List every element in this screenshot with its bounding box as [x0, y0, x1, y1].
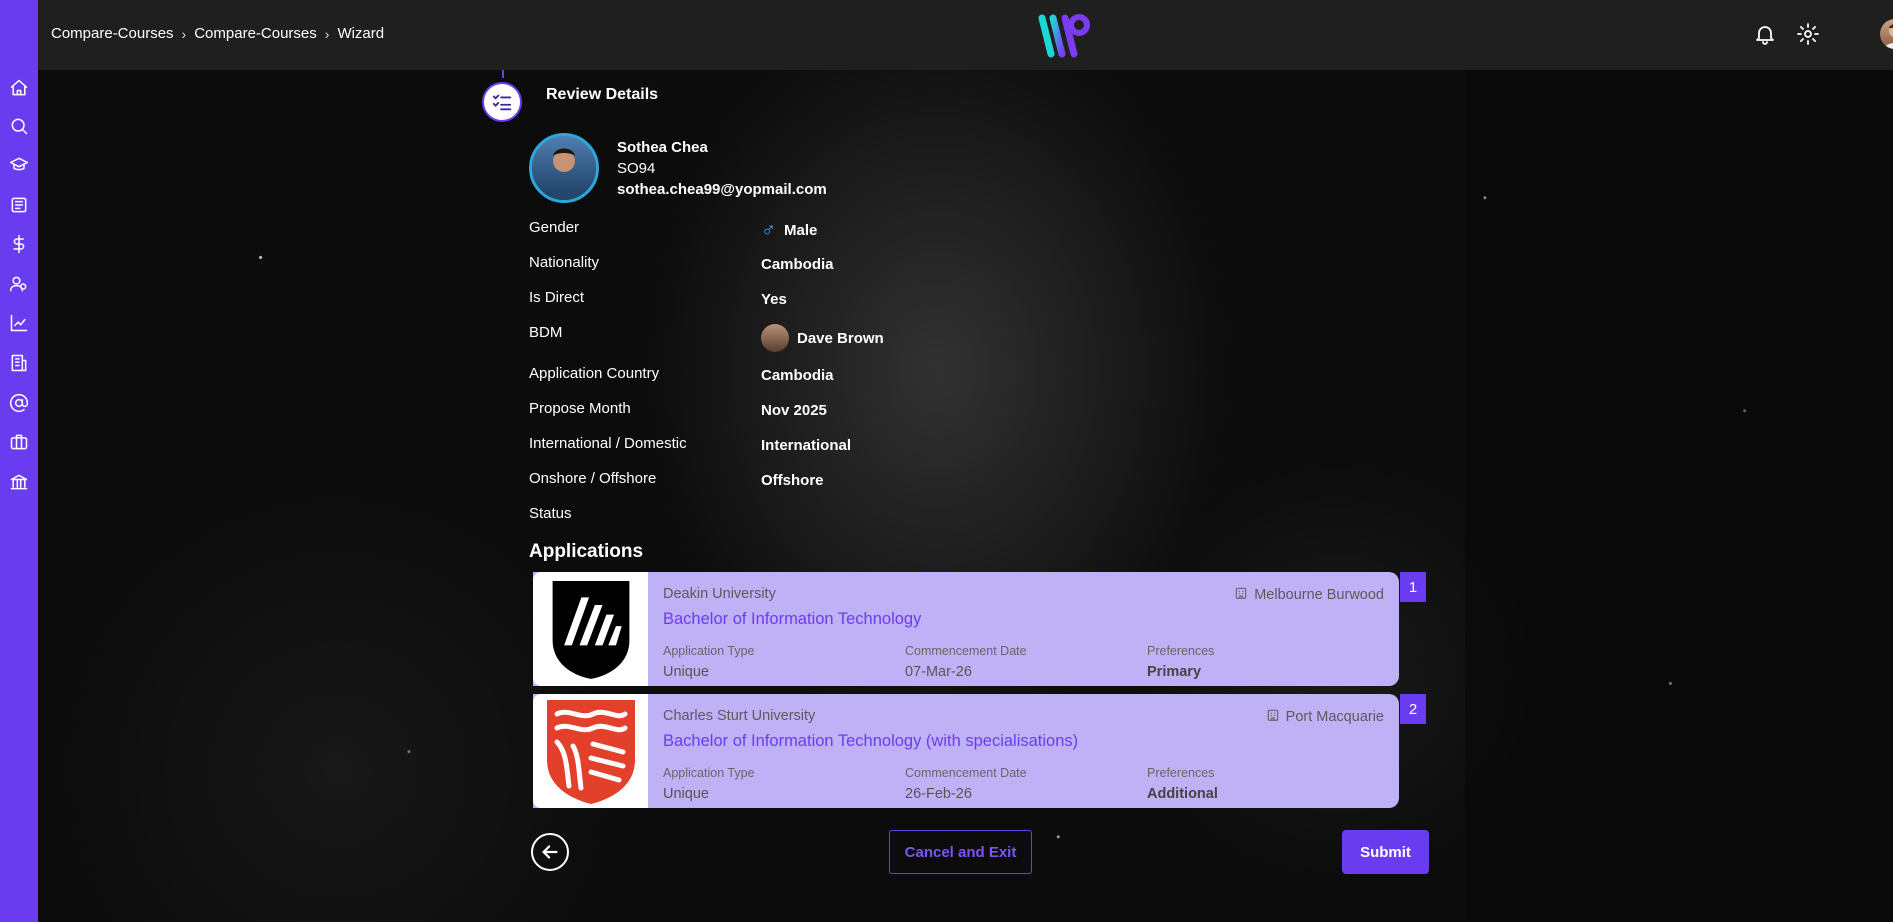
at-icon[interactable] — [9, 393, 29, 413]
home-icon[interactable] — [9, 78, 29, 98]
building-icon — [1266, 708, 1280, 726]
application-number-badge: 1 — [1400, 572, 1426, 602]
student-email: sothea.chea99@yopmail.com — [617, 181, 827, 198]
back-button[interactable] — [531, 833, 569, 871]
application-type-value: Unique — [663, 786, 709, 802]
preferences-value: Primary — [1147, 664, 1202, 680]
application-type-value: Unique — [663, 664, 709, 680]
bdm-label: BDM — [529, 324, 563, 341]
commencement-date-label: Commencement Date — [905, 766, 1027, 780]
cancel-and-exit-button[interactable]: Cancel and Exit — [889, 830, 1032, 874]
application-card[interactable]: Deakin University Melbourne Burwood Bach… — [533, 572, 1399, 686]
top-bar: Compare-Courses › Compare-Courses › Wiza… — [38, 0, 1893, 70]
gender-value: ♂ Male — [761, 220, 817, 240]
dollar-icon[interactable] — [9, 234, 29, 254]
intl-domestic-label: International / Domestic — [529, 435, 687, 452]
campus-text: Port Macquarie — [1285, 709, 1384, 725]
sidebar — [0, 0, 38, 922]
charles-sturt-logo — [533, 694, 648, 808]
bdm-name: Dave Brown — [797, 329, 884, 347]
users-icon[interactable] — [9, 274, 29, 294]
search-icon[interactable] — [9, 116, 29, 136]
submit-button[interactable]: Submit — [1342, 830, 1429, 874]
preferences-label: Preferences — [1147, 644, 1215, 658]
course-name[interactable]: Bachelor of Information Technology (with… — [663, 732, 1078, 751]
chevron-right-icon: › — [324, 25, 330, 42]
application-type-label: Application Type — [663, 644, 755, 658]
is-direct-value: Yes — [761, 291, 787, 308]
building-icon — [1234, 586, 1248, 604]
nationality-value: Cambodia — [761, 256, 834, 273]
breadcrumb-item[interactable]: Wizard — [337, 25, 384, 42]
building-icon[interactable] — [9, 353, 29, 373]
step-connector — [502, 70, 504, 78]
deakin-logo — [533, 572, 648, 686]
nationality-label: Nationality — [529, 254, 600, 271]
preferences-label: Preferences — [1147, 766, 1215, 780]
chevron-right-icon: › — [181, 25, 187, 42]
gear-icon[interactable] — [1796, 22, 1820, 46]
arrow-left-icon — [542, 845, 558, 859]
intl-domestic-value: International — [761, 437, 852, 454]
campus-text: Melbourne Burwood — [1254, 587, 1384, 603]
applications-heading: Applications — [529, 541, 644, 562]
briefcase-icon[interactable] — [9, 432, 29, 452]
application-card[interactable]: Charles Sturt University Port Macquarie … — [533, 694, 1399, 808]
male-icon: ♂ — [761, 219, 776, 241]
preferences-value: Additional — [1147, 786, 1218, 802]
application-number-badge: 2 — [1400, 694, 1426, 724]
university-name: Deakin University — [663, 586, 776, 602]
application-country-label: Application Country — [529, 365, 660, 382]
commencement-date-label: Commencement Date — [905, 644, 1027, 658]
campus-location: Melbourne Burwood — [1234, 586, 1384, 604]
brand-logo[interactable] — [1038, 12, 1092, 58]
is-direct-label: Is Direct — [529, 289, 585, 306]
newspaper-icon[interactable] — [9, 195, 29, 215]
propose-month-label: Propose Month — [529, 400, 631, 417]
bdm-value: Dave Brown — [761, 324, 884, 352]
chart-icon[interactable] — [9, 313, 29, 333]
graduation-cap-icon[interactable] — [9, 155, 29, 175]
commencement-date-value: 26-Feb-26 — [905, 786, 972, 802]
course-name[interactable]: Bachelor of Information Technology — [663, 610, 921, 629]
bell-icon[interactable] — [1753, 22, 1777, 46]
university-name: Charles Sturt University — [663, 708, 816, 724]
campus-location: Port Macquarie — [1266, 708, 1384, 726]
bdm-avatar — [761, 324, 789, 352]
breadcrumb: Compare-Courses › Compare-Courses › Wiza… — [51, 25, 384, 42]
propose-month-value: Nov 2025 — [761, 402, 827, 419]
commencement-date-value: 07-Mar-26 — [905, 664, 972, 680]
application-country-value: Cambodia — [761, 367, 834, 384]
application-type-label: Application Type — [663, 766, 755, 780]
gender-label: Gender — [529, 219, 580, 236]
user-avatar[interactable] — [1880, 19, 1893, 49]
student-code: SO94 — [617, 160, 656, 177]
onshore-offshore-value: Offshore — [761, 472, 824, 489]
breadcrumb-item[interactable]: Compare-Courses — [194, 25, 317, 42]
bank-icon[interactable] — [9, 472, 29, 492]
step-title: Review Details — [546, 86, 659, 103]
breadcrumb-item[interactable]: Compare-Courses — [51, 25, 174, 42]
gender-text: Male — [784, 221, 818, 239]
student-avatar — [529, 133, 599, 203]
review-step-icon — [482, 82, 522, 122]
background-shade — [1465, 70, 1893, 922]
onshore-offshore-label: Onshore / Offshore — [529, 470, 657, 487]
student-name: Sothea Chea — [617, 139, 708, 156]
status-label: Status — [529, 505, 572, 522]
